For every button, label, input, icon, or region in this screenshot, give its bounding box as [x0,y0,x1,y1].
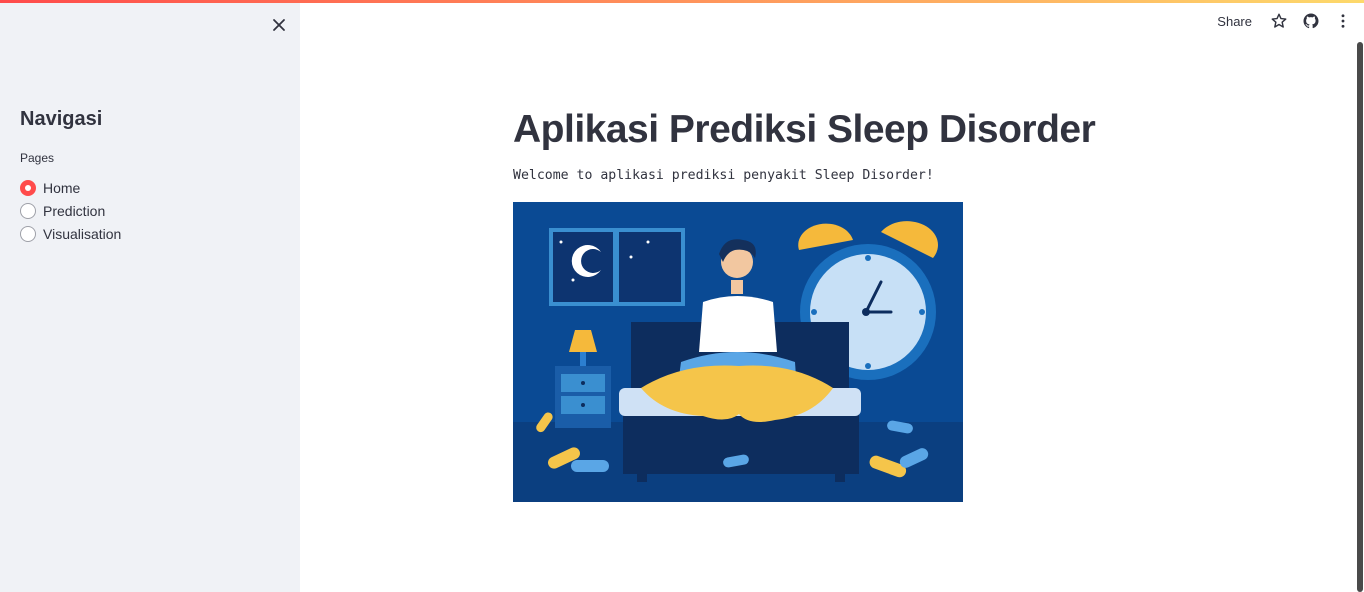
radio-option-home[interactable]: Home [20,176,121,199]
window-icon [549,228,685,306]
radio-label-prediction: Prediction [43,202,106,219]
radio-label-visualisation: Visualisation [43,225,122,242]
sidebar-title: Navigasi [20,108,103,130]
close-sidebar-button[interactable] [268,14,290,36]
scrollbar[interactable] [1357,42,1363,592]
radio-button[interactable] [20,202,36,219]
radio-button-checked[interactable] [20,179,36,196]
main-content: Aplikasi Prediksi Sleep Disorder Welcome… [300,0,1357,592]
radio-label-home: Home [43,179,81,196]
pages-radio-group: Home Prediction Visualisation [20,176,121,245]
radio-option-visualisation[interactable]: Visualisation [20,222,121,245]
radio-option-prediction[interactable]: Prediction [20,199,121,222]
sleep-disorder-illustration [513,202,963,502]
sidebar: Navigasi Pages Home Prediction Visualisa… [0,0,300,592]
page-title: Aplikasi Prediksi Sleep Disorder [513,108,1096,151]
header-decoration-bar [0,0,1364,3]
welcome-text: Welcome to aplikasi prediksi penyakit Sl… [513,168,934,183]
radio-button[interactable] [20,225,36,242]
close-icon [273,19,285,31]
pages-label: Pages [20,151,55,165]
